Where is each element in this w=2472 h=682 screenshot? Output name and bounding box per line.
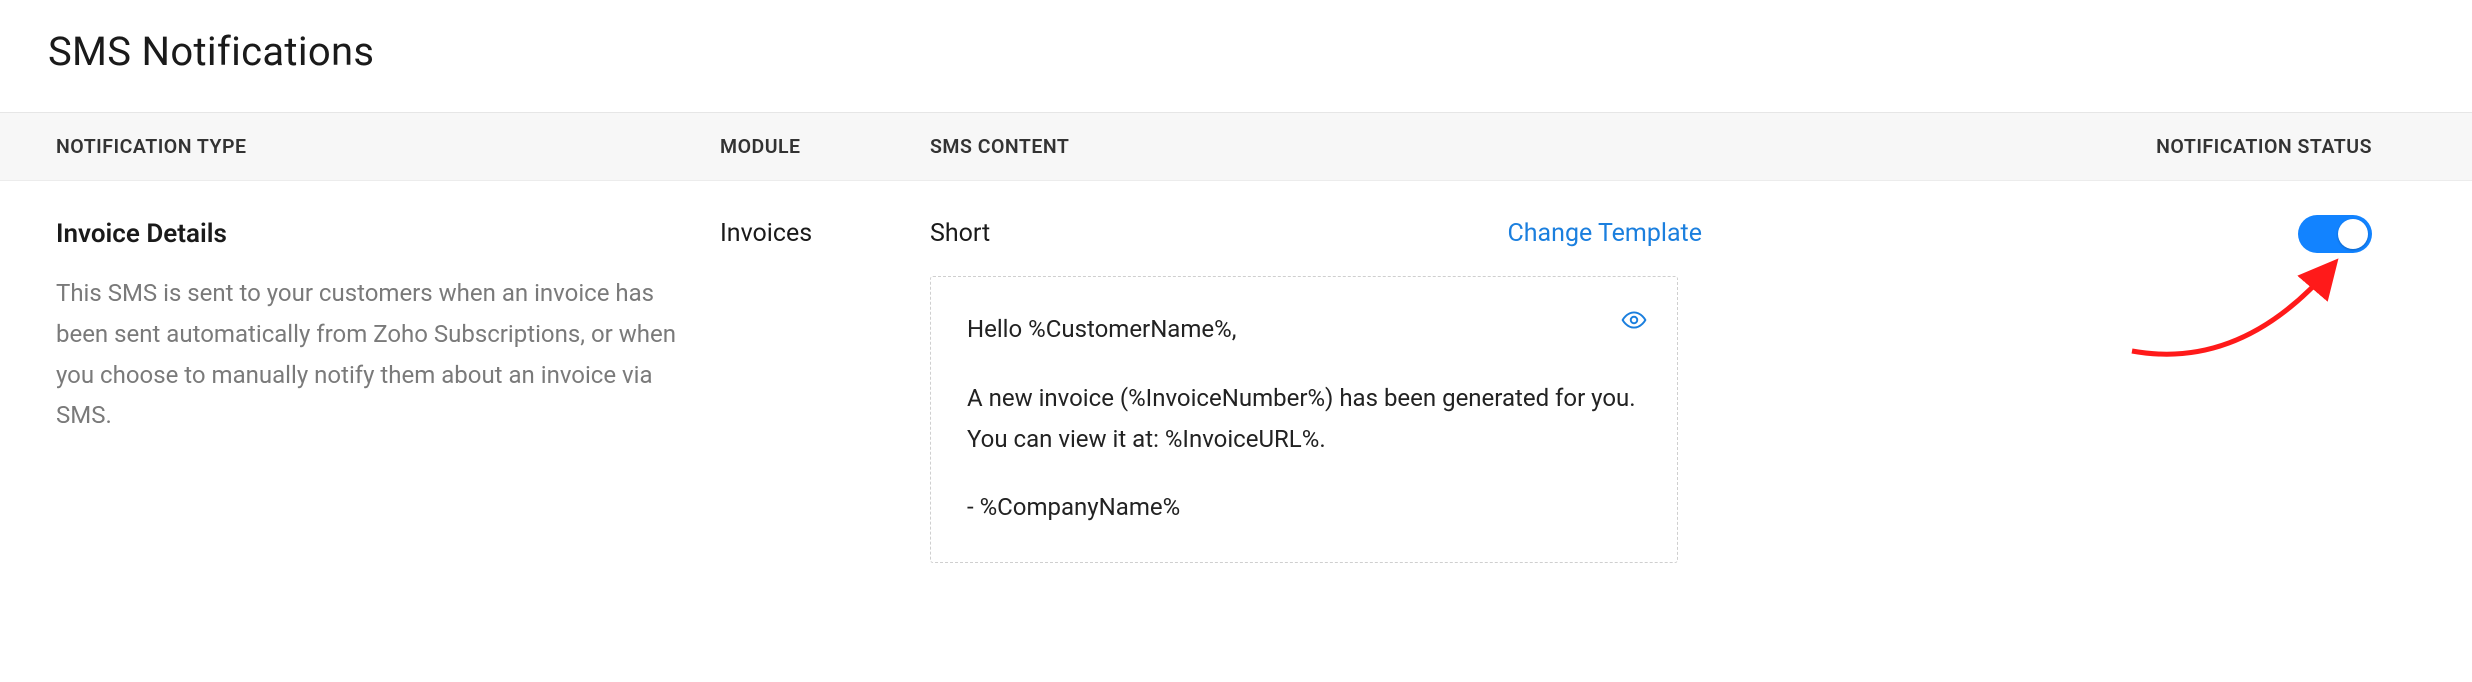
header-divider [0,75,2472,113]
column-header-row: NOTIFICATION TYPE MODULE SMS CONTENT NOT… [0,113,2472,181]
notification-row: Invoice Details This SMS is sent to your… [0,181,2472,603]
notification-status-cell [1720,181,2472,253]
notification-title: Invoice Details [56,219,692,249]
sms-content-box: Hello %CustomerName%, A new invoice (%In… [930,276,1678,563]
eye-icon[interactable] [1621,307,1647,333]
sms-template-type: Short [930,219,990,248]
column-header-type: NOTIFICATION TYPE [0,113,720,180]
notification-type-cell: Invoice Details This SMS is sent to your… [0,181,720,476]
column-header-module: MODULE [720,113,930,180]
sms-line-3: - %CompanyName% [967,487,1643,528]
column-header-content: SMS CONTENT [930,113,1720,180]
sms-content-cell: Short Change Template Hello %CustomerNam… [930,181,1720,603]
module-cell: Invoices [720,181,930,248]
notification-status-toggle[interactable] [2298,215,2372,253]
toggle-knob [2338,219,2368,249]
annotation-arrow-icon [2122,251,2362,371]
change-template-link[interactable]: Change Template [1508,219,1703,248]
page-title: SMS Notifications [0,0,2472,75]
sms-line-1: Hello %CustomerName%, [967,309,1643,350]
notification-description: This SMS is sent to your customers when … [56,273,692,436]
column-header-status: NOTIFICATION STATUS [1720,113,2472,180]
sms-line-2: A new invoice (%InvoiceNumber%) has been… [967,378,1643,460]
